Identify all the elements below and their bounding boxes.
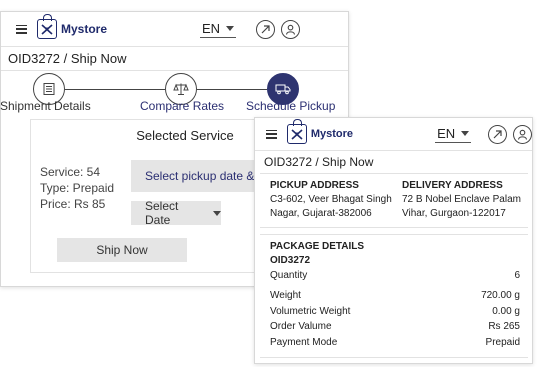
chevron-down-icon bbox=[461, 130, 470, 136]
pickup-address-line2: Nagar, Gujarat-382006 bbox=[270, 208, 372, 219]
app-header: Mystore EN bbox=[1, 12, 348, 46]
scale-icon bbox=[173, 83, 189, 95]
service-type: Type: Prepaid bbox=[40, 181, 115, 195]
row-label: Payment Mode bbox=[270, 337, 338, 348]
row-label: Quantity bbox=[270, 270, 308, 281]
shopping-bag-logo-icon bbox=[286, 119, 307, 144]
row-value: 0.00 g bbox=[492, 306, 520, 317]
user-icon[interactable] bbox=[281, 19, 301, 39]
brand-name: Mystore bbox=[310, 128, 354, 140]
menu-icon[interactable] bbox=[266, 129, 277, 139]
share-arrow-icon[interactable] bbox=[256, 19, 276, 39]
row-label: Volumetric Weight bbox=[270, 306, 351, 317]
package-row-weight: Weight 720.00 g bbox=[270, 290, 520, 301]
select-date-dropdown[interactable]: Select Date bbox=[131, 199, 221, 227]
step-label-compare-rates: Compare Rates bbox=[140, 99, 225, 113]
page-title: OID3272 / Ship Now bbox=[255, 150, 532, 173]
service-price: Price: Rs 85 bbox=[40, 197, 106, 211]
select-date-value: Select Date bbox=[145, 199, 179, 227]
language-value: EN bbox=[437, 125, 456, 141]
pickup-address-title: PICKUP ADDRESS bbox=[270, 180, 359, 191]
ship-now-screen-front: Mystore EN OID3272 / Ship Now PICKUP ADD… bbox=[254, 117, 533, 364]
user-icon[interactable] bbox=[513, 124, 532, 144]
menu-icon[interactable] bbox=[16, 24, 27, 34]
shopping-bag-logo-icon bbox=[37, 14, 57, 39]
address-card: PICKUP ADDRESS C3-602, Veer Bhagat Singh… bbox=[260, 173, 528, 228]
ship-now-button[interactable]: Ship Now bbox=[57, 238, 187, 262]
package-row-payment-mode: Payment Mode Prepaid bbox=[270, 337, 520, 348]
delivery-address-title: DELIVERY ADDRESS bbox=[402, 180, 503, 191]
truck-icon bbox=[275, 84, 291, 95]
package-details-title: PACKAGE DETAILS bbox=[270, 241, 365, 252]
package-row-volumetric-weight: Volumetric Weight 0.00 g bbox=[270, 306, 520, 317]
pickup-address-block: PICKUP ADDRESS C3-602, Veer Bhagat Singh… bbox=[270, 180, 392, 221]
row-value: Prepaid bbox=[485, 337, 520, 348]
language-select[interactable]: EN bbox=[200, 20, 237, 38]
service-number: Service: 54 bbox=[40, 165, 101, 179]
service-info: Service: 54 Type: Prepaid Price: Rs 85 bbox=[40, 164, 114, 212]
row-value: Rs 265 bbox=[488, 321, 520, 332]
form-list-icon bbox=[43, 83, 55, 95]
delivery-address-line1: 72 B Nobel Enclave Palam bbox=[402, 194, 521, 205]
share-arrow-icon[interactable] bbox=[488, 124, 508, 144]
chevron-down-icon bbox=[213, 210, 221, 216]
pickup-address-line1: C3-602, Veer Bhagat Singh bbox=[270, 194, 392, 205]
chevron-down-icon bbox=[226, 25, 235, 31]
language-value: EN bbox=[202, 20, 221, 36]
app-header: Mystore EN bbox=[255, 118, 532, 150]
language-select[interactable]: EN bbox=[435, 125, 472, 143]
step-label-shipment-details: Shipment Details bbox=[0, 99, 91, 113]
page-title: OID3272 / Ship Now bbox=[1, 46, 348, 71]
package-row-quantity: Quantity 6 bbox=[270, 270, 520, 281]
package-details-card: PACKAGE DETAILS OID3272 Quantity 6 Weigh… bbox=[260, 234, 528, 358]
step-connector bbox=[65, 89, 165, 90]
package-row-order-value: Order Valume Rs 265 bbox=[270, 321, 520, 332]
row-label: Order Valume bbox=[270, 321, 332, 332]
delivery-address-block: DELIVERY ADDRESS 72 B Nobel Enclave Pala… bbox=[402, 180, 521, 221]
package-order-id: OID3272 bbox=[270, 255, 311, 266]
step-connector bbox=[197, 89, 267, 90]
delivery-address-line2: Vihar, Gurgaon-122017 bbox=[402, 208, 506, 219]
row-value: 720.00 g bbox=[481, 290, 520, 301]
step-label-schedule-pickup: Schedule Pickup bbox=[246, 99, 336, 113]
row-value: 6 bbox=[514, 270, 520, 281]
brand-name: Mystore bbox=[61, 22, 108, 36]
row-label: Weight bbox=[270, 290, 301, 301]
